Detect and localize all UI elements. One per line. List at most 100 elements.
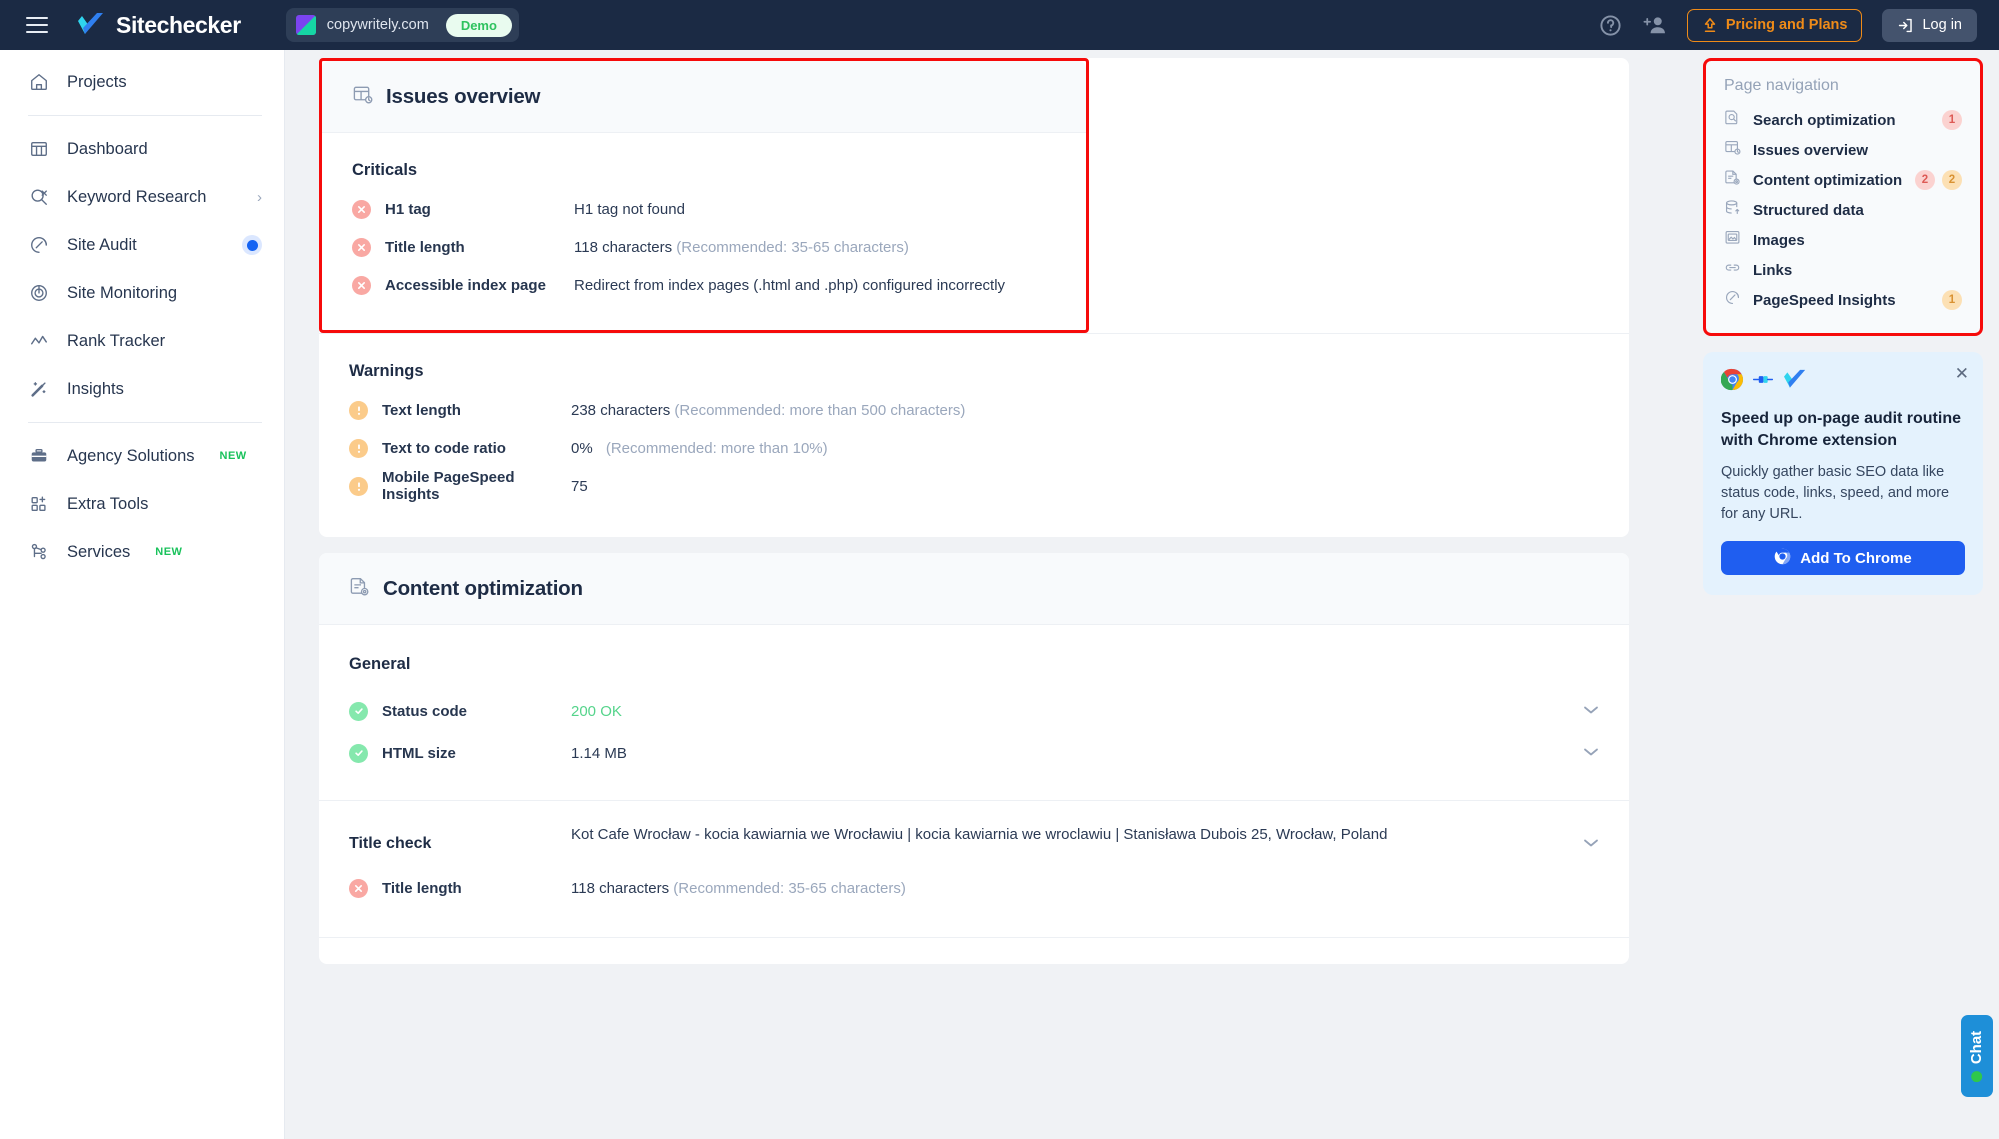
sidebar-item-rank-tracker[interactable]: Rank Tracker xyxy=(0,317,284,365)
warning-status-icon xyxy=(349,476,368,496)
error-status-icon xyxy=(349,878,368,898)
pricing-and-plans-button[interactable]: Pricing and Plans xyxy=(1686,8,1863,42)
chevron-down-icon[interactable] xyxy=(1583,744,1599,762)
sidebar-item-extra-tools[interactable]: Extra Tools xyxy=(0,480,284,528)
home-icon xyxy=(28,71,50,93)
warning-status-icon xyxy=(349,400,368,420)
pagenav-item-links[interactable]: Links xyxy=(1724,255,1962,285)
new-tag-badge: NEW xyxy=(219,450,247,462)
card-title: Content optimization xyxy=(383,576,583,600)
pagenav-item-content-optimization[interactable]: Content optimization 2 2 xyxy=(1724,165,1962,195)
chrome-icon xyxy=(1774,548,1791,569)
pricing-label: Pricing and Plans xyxy=(1725,17,1848,33)
chevron-down-icon[interactable] xyxy=(1583,702,1599,720)
title-length-row-wrap: Title length 118 characters (Recommended… xyxy=(319,853,1629,937)
main-content-area: Issues overview Criticals H1 tag H1 tag … xyxy=(285,50,1999,1139)
card-gap xyxy=(319,537,1629,553)
warning-count-badge: 1 xyxy=(1942,290,1962,310)
sidebar-item-label: Agency Solutions xyxy=(67,446,195,465)
card-title: Issues overview xyxy=(386,84,541,108)
keyword-search-icon xyxy=(28,186,50,208)
title-check-value: Kot Cafe Wrocław - kocia kawiarnia we Wr… xyxy=(571,826,1388,843)
warnings-section: Warnings Text length 238 characters (Rec… xyxy=(319,334,1629,537)
pagenav-item-pagespeed-insights[interactable]: PageSpeed Insights 1 xyxy=(1724,285,1962,315)
active-indicator-dot xyxy=(242,235,262,255)
site-favicon-icon xyxy=(295,15,316,35)
site-url-label: copywritely.com xyxy=(326,17,429,33)
pagenav-label: PageSpeed Insights xyxy=(1753,291,1896,309)
general-row[interactable]: HTML size 1.14 MB xyxy=(349,732,1599,774)
link-icon xyxy=(1724,259,1741,281)
radar-icon xyxy=(28,282,50,304)
sidebar-item-label: Projects xyxy=(67,72,127,91)
issue-row: Text length 238 characters (Recommended:… xyxy=(349,391,1599,429)
chevron-right-icon[interactable]: › xyxy=(257,189,262,206)
issue-row: Text to code ratio 0% (Recommended: more… xyxy=(349,429,1599,467)
sidebar-item-services[interactable]: Services NEW xyxy=(0,528,284,576)
sidebar-item-site-monitoring[interactable]: Site Monitoring xyxy=(0,269,284,317)
pagenav-item-structured-data[interactable]: Structured data xyxy=(1724,195,1962,225)
sitechecker-check-icon xyxy=(76,12,106,38)
issues-overview-card-header: Issues overview xyxy=(322,61,1086,133)
content-optimization-card-header: Content optimization xyxy=(319,553,1629,625)
issues-overview-highlight-box: Issues overview Criticals H1 tag H1 tag … xyxy=(319,58,1089,333)
issue-value: 0% xyxy=(571,439,593,457)
question-circle-icon[interactable] xyxy=(1599,13,1623,37)
close-icon[interactable]: ✕ xyxy=(1955,365,1969,382)
brand-name: Sitechecker xyxy=(116,11,241,38)
general-row[interactable]: Status code 200 OK xyxy=(349,690,1599,732)
sidebar-divider-1 xyxy=(28,115,262,116)
sidebar-item-agency-solutions[interactable]: Agency Solutions NEW xyxy=(0,432,284,480)
issues-overview-icon xyxy=(1724,139,1741,161)
dashboard-icon xyxy=(28,138,50,160)
issue-row: Mobile PageSpeed Insights 75 xyxy=(349,467,1599,505)
issue-row: Title length 118 characters (Recommended… xyxy=(349,869,1599,907)
warnings-heading: Warnings xyxy=(349,362,424,380)
sitechecker-check-icon xyxy=(1782,369,1808,396)
log-in-button[interactable]: Log in xyxy=(1882,8,1977,42)
pagenav-item-search-optimization[interactable]: Search optimization 1 xyxy=(1724,105,1962,135)
pagenav-item-images[interactable]: Images xyxy=(1724,225,1962,255)
title-check-row[interactable]: Title check Kot Cafe Wrocław - kocia kaw… xyxy=(319,801,1629,853)
hamburger-icon[interactable] xyxy=(26,17,48,33)
critical-count-badge: 1 xyxy=(1942,110,1962,130)
line-chart-icon xyxy=(28,330,50,352)
sidebar-item-site-audit[interactable]: Site Audit xyxy=(0,221,284,269)
title-check-label: Title check xyxy=(349,835,432,852)
login-label: Log in xyxy=(1922,17,1962,33)
site-selector-chip[interactable]: copywritely.com Demo xyxy=(285,8,519,42)
chat-widget-button[interactable]: Chat xyxy=(1961,1015,1993,1097)
error-status-icon xyxy=(352,199,371,219)
issue-value: 75 xyxy=(571,477,588,495)
error-status-icon xyxy=(352,275,371,295)
image-icon xyxy=(1724,229,1741,251)
gauge-icon xyxy=(1724,289,1741,311)
pagenav-label: Structured data xyxy=(1753,201,1864,219)
sidebar-item-dashboard[interactable]: Dashboard xyxy=(0,125,284,173)
chrome-icon xyxy=(1720,368,1744,396)
add-to-chrome-button[interactable]: Add To Chrome xyxy=(1721,541,1965,576)
sidebar-item-label: Rank Tracker xyxy=(67,331,166,350)
card-bottom-spacer xyxy=(319,938,1629,964)
sidebar-item-label: Site Audit xyxy=(67,235,137,254)
issue-hint: (Recommended: more than 500 characters) xyxy=(674,401,966,419)
ok-status-icon xyxy=(349,701,368,721)
chevron-down-icon[interactable] xyxy=(1583,823,1599,853)
sidebar-divider-2 xyxy=(28,422,262,423)
issue-label: H1 tag xyxy=(385,200,431,218)
sidebar-item-projects[interactable]: Projects xyxy=(0,58,284,106)
sidebar-item-keyword-research[interactable]: Keyword Research › xyxy=(0,173,284,221)
demo-badge: Demo xyxy=(445,13,512,37)
right-rail: Page navigation Search optimization 1 Is… xyxy=(1703,58,1983,596)
issue-label: Mobile PageSpeed Insights xyxy=(382,469,515,503)
issues-overview-card: Issues overview Criticals H1 tag H1 tag … xyxy=(319,58,1629,537)
issue-row: Accessible index page Redirect from inde… xyxy=(352,266,1056,304)
brand-logo-group[interactable]: Sitechecker xyxy=(76,12,241,39)
pagenav-item-issues-overview[interactable]: Issues overview xyxy=(1724,135,1962,165)
issue-value: 118 characters xyxy=(574,238,673,256)
add-user-icon[interactable] xyxy=(1643,13,1667,37)
promo-icon-row xyxy=(1720,368,1965,396)
sidebar-item-insights[interactable]: Insights xyxy=(0,365,284,413)
pagenav-label: Images xyxy=(1753,231,1805,249)
chrome-extension-promo-card: ✕ Speed up on-page audit routine with Ch… xyxy=(1703,352,1983,596)
